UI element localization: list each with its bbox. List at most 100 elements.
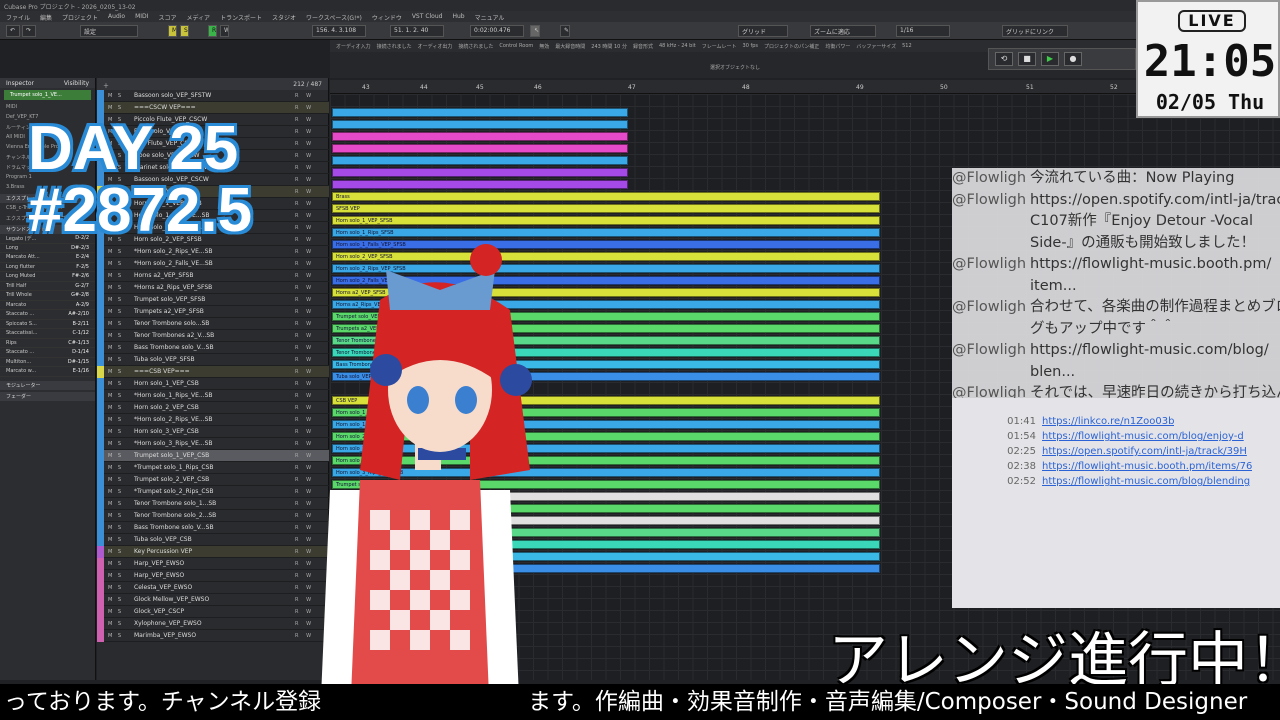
mute-solo-buttons[interactable]: M S: [104, 621, 134, 627]
mute-solo-buttons[interactable]: M S: [104, 561, 134, 567]
read-write-buttons[interactable]: R W: [295, 93, 329, 99]
sound-slot[interactable]: Trill Half G-2/7: [0, 282, 95, 291]
mute-solo-buttons[interactable]: M S: [104, 597, 134, 603]
link-url[interactable]: https://linkco.re/n1Zoo03b: [1042, 414, 1174, 429]
sound-slot[interactable]: Marcato w... E-1/16: [0, 367, 95, 377]
midi-part[interactable]: [332, 108, 628, 117]
mute-solo-buttons[interactable]: M S: [104, 513, 134, 519]
mute-solo-buttons[interactable]: M S: [104, 249, 134, 255]
menu-item[interactable]: トランスポート: [220, 13, 262, 22]
read-write-buttons[interactable]: R W: [295, 165, 329, 171]
mute-solo-buttons[interactable]: M S: [104, 453, 134, 459]
inspector-row[interactable]: MIDI: [0, 102, 95, 112]
mute-solo-buttons[interactable]: M S: [104, 393, 134, 399]
mute-solo-buttons[interactable]: M S: [104, 585, 134, 591]
read-write-buttons[interactable]: R W: [295, 129, 329, 135]
position-display[interactable]: 156. 4. 3.108: [312, 25, 366, 37]
mute-solo-buttons[interactable]: M S: [104, 465, 134, 471]
tab-visibility[interactable]: Visibility: [64, 80, 89, 87]
sound-slot[interactable]: Long Muted F#-2/6: [0, 272, 95, 282]
sound-slot[interactable]: Trill Whole G#-2/8: [0, 291, 95, 301]
pencil-tool-icon[interactable]: ✎: [560, 25, 570, 37]
zoom-select[interactable]: ズームに適応: [810, 25, 876, 37]
mute-solo-buttons[interactable]: M S: [104, 609, 134, 615]
mute-solo-buttons[interactable]: M S: [104, 441, 134, 447]
menu-item[interactable]: スコア: [158, 13, 176, 22]
mute-solo-buttons[interactable]: M S: [104, 345, 134, 351]
read-write-buttons[interactable]: R W: [295, 177, 329, 183]
mute-solo-buttons[interactable]: M S: [104, 477, 134, 483]
mute-solo-buttons[interactable]: M S: [104, 489, 134, 495]
record-icon[interactable]: ●: [1064, 52, 1082, 66]
read-write-buttons[interactable]: R W: [295, 117, 329, 123]
preset-select[interactable]: 設定: [80, 25, 138, 37]
mute-solo-buttons[interactable]: M S: [104, 93, 134, 99]
undo-icon[interactable]: ↶: [6, 25, 20, 37]
quantize-select[interactable]: 1/16: [896, 25, 950, 37]
mute-solo-buttons[interactable]: M S: [104, 261, 134, 267]
read-write-buttons[interactable]: R W: [295, 105, 329, 111]
time-display[interactable]: 0:02:00.476: [470, 25, 524, 37]
midi-part[interactable]: [332, 132, 628, 141]
read-write-buttons[interactable]: R W: [295, 141, 329, 147]
folder-track[interactable]: M S ===CSCW VEP=== R W: [97, 101, 329, 114]
sound-slot[interactable]: Multiton... D#-1/15: [0, 358, 95, 367]
sound-slot[interactable]: Rips C#-1/13: [0, 339, 95, 348]
timeline-ruler[interactable]: 43 44 45 46 47 48 49 50 51 52: [330, 80, 1140, 94]
grid-link-select[interactable]: グリッドにリンク: [1002, 25, 1068, 37]
mute-solo-buttons[interactable]: M S: [104, 633, 134, 639]
read-write-buttons[interactable]: R W: [295, 201, 329, 207]
solo-toggle[interactable]: S: [180, 25, 189, 37]
menu-item[interactable]: ファイル: [6, 13, 30, 22]
redo-icon[interactable]: ↷: [22, 25, 36, 37]
stop-icon[interactable]: ■: [1018, 52, 1036, 66]
link-url[interactable]: https://open.spotify.com/intl-ja/track/3…: [1042, 444, 1247, 459]
midi-part[interactable]: Horn solo_1_VEP_SFSB: [332, 216, 880, 225]
sound-slot[interactable]: Spiccato S... B-2/11: [0, 320, 95, 329]
mute-solo-buttons[interactable]: M S: [104, 369, 134, 375]
mute-solo-buttons[interactable]: M S: [104, 381, 134, 387]
midi-part[interactable]: Horn solo_1_Rips_SFSB: [332, 228, 880, 237]
add-track-icon[interactable]: ＋: [103, 81, 109, 90]
menu-item[interactable]: スタジオ: [272, 13, 296, 22]
midi-part[interactable]: [332, 144, 628, 153]
read-write-buttons[interactable]: R W: [295, 189, 329, 195]
grid-select[interactable]: グリッド: [738, 25, 788, 37]
sound-slot[interactable]: Marcato A-2/9: [0, 301, 95, 310]
sound-slot[interactable]: Staccatissi... C-1/12: [0, 329, 95, 339]
sound-slot[interactable]: Staccato ... A#-2/10: [0, 310, 95, 320]
menu-item[interactable]: Audio: [108, 13, 125, 20]
tab-inspector[interactable]: Inspector: [6, 80, 34, 87]
midi-part[interactable]: SFSB VEP: [332, 204, 880, 213]
menu-item[interactable]: VST Cloud: [412, 13, 443, 20]
mute-solo-buttons[interactable]: M S: [104, 417, 134, 423]
midi-part[interactable]: [332, 120, 628, 129]
menu-item[interactable]: 編集: [40, 13, 52, 22]
menu-item[interactable]: ワークスペース(G!*): [306, 13, 362, 22]
mute-solo-buttons[interactable]: M S: [104, 273, 134, 279]
link-url[interactable]: https://flowlight-music.com/blog/blendin…: [1042, 474, 1250, 489]
mute-solo-buttons[interactable]: M S: [104, 285, 134, 291]
link-url[interactable]: https://flowlight-music.com/blog/enjoy-d: [1042, 429, 1244, 444]
write-toggle[interactable]: W: [220, 25, 229, 37]
mute-solo-buttons[interactable]: M S: [104, 525, 134, 531]
mute-solo-buttons[interactable]: M S: [104, 429, 134, 435]
track-row[interactable]: M S Bassoon solo_VEP_SFSTW R W: [97, 89, 329, 102]
inspector-track-name[interactable]: Trumpet solo_1_VE...: [4, 90, 91, 100]
menu-item[interactable]: MIDI: [135, 13, 148, 20]
read-toggle[interactable]: R: [208, 25, 217, 37]
menu-item[interactable]: Hub: [452, 13, 464, 20]
mute-solo-buttons[interactable]: M S: [104, 333, 134, 339]
mute-solo-buttons[interactable]: M S: [104, 549, 134, 555]
menu-item[interactable]: ウィンドウ: [372, 13, 402, 22]
cycle-icon[interactable]: ⟲: [995, 52, 1013, 66]
modulator-header[interactable]: モジュレーター: [0, 380, 95, 390]
mute-solo-buttons[interactable]: M S: [104, 321, 134, 327]
mute-solo-buttons[interactable]: M S: [104, 105, 134, 111]
link-url[interactable]: https://flowlight-music.booth.pm/items/7…: [1042, 459, 1252, 474]
read-write-buttons[interactable]: R W: [295, 213, 329, 219]
mute-solo-buttons[interactable]: M S: [104, 405, 134, 411]
mute-solo-buttons[interactable]: M S: [104, 501, 134, 507]
midi-part[interactable]: Brass: [332, 192, 880, 201]
midi-part[interactable]: [332, 180, 628, 189]
